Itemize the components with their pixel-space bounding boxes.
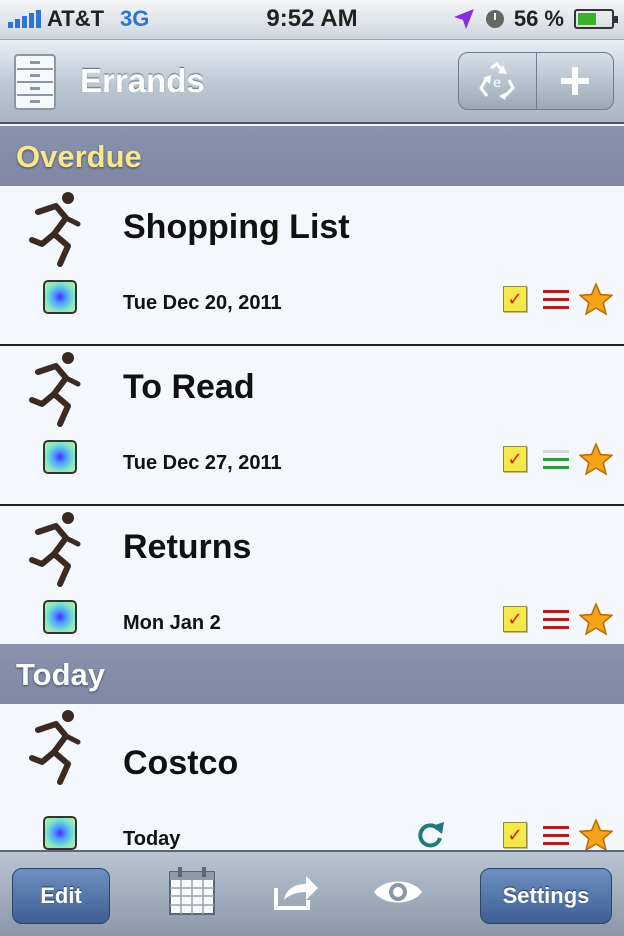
item-date: Mon Jan 2 <box>123 612 221 634</box>
item-title: Shopping List <box>123 208 350 246</box>
item-date: Tue Dec 20, 2011 <box>123 292 282 314</box>
color-swatch-icon[interactable] <box>43 440 77 474</box>
battery-icon <box>574 9 618 29</box>
plus-icon <box>560 67 589 95</box>
section-header-overdue: Overdue <box>0 126 624 186</box>
status-right: 56 % <box>452 6 618 32</box>
runner-icon <box>29 512 81 587</box>
star-icon[interactable] <box>579 282 613 316</box>
runner-icon <box>29 192 81 267</box>
share-icon[interactable] <box>272 872 320 912</box>
priority-lines-icon <box>543 610 569 632</box>
recycle-icon: e <box>479 62 516 100</box>
alarm-clock-icon <box>485 10 504 28</box>
battery-percent: 56 % <box>513 6 564 31</box>
list-item[interactable]: Returns Mon Jan 2 ✓ <box>0 506 624 666</box>
item-title: Returns <box>123 528 252 566</box>
nav-bar: Errands e <box>0 40 624 124</box>
item-date: Today <box>123 828 181 850</box>
file-cabinet-icon[interactable] <box>14 54 56 110</box>
color-swatch-icon[interactable] <box>43 280 77 314</box>
add-button[interactable] <box>535 53 614 109</box>
checkbox-checked-icon[interactable]: ✓ <box>503 446 527 472</box>
section-header-today: Today <box>0 644 624 704</box>
checkbox-checked-icon[interactable]: ✓ <box>503 286 527 312</box>
repeat-arrow-icon <box>418 822 444 848</box>
list-item[interactable]: To Read Tue Dec 27, 2011 ✓ <box>0 346 624 506</box>
location-arrow-icon <box>453 9 474 29</box>
eye-icon[interactable] <box>372 876 424 908</box>
recycle-button[interactable]: e <box>459 53 536 109</box>
item-title: Costco <box>123 744 239 782</box>
item-title: To Read <box>123 368 255 406</box>
battery-fill <box>578 13 596 25</box>
bottom-toolbar: Edit Settings <box>0 850 624 936</box>
runner-icon <box>29 710 81 785</box>
list-item[interactable]: Shopping List Tue Dec 20, 2011 ✓ <box>0 186 624 346</box>
svg-text:e: e <box>493 76 501 91</box>
star-icon[interactable] <box>579 442 613 476</box>
priority-lines-icon <box>543 826 569 848</box>
settings-button[interactable]: Settings <box>480 868 612 924</box>
item-date: Tue Dec 27, 2011 <box>123 452 282 474</box>
star-icon[interactable] <box>579 818 613 852</box>
edit-button[interactable]: Edit <box>12 868 110 924</box>
list-item[interactable]: Costco Today ✓ <box>0 704 624 864</box>
page-title: Errands <box>80 62 205 99</box>
calendar-icon[interactable] <box>168 866 216 916</box>
priority-lines-icon <box>543 290 569 312</box>
status-bar: AT&T 3G 9:52 AM 56 % <box>0 0 624 40</box>
color-swatch-icon[interactable] <box>43 816 77 850</box>
checkbox-checked-icon[interactable]: ✓ <box>503 606 527 632</box>
runner-icon <box>29 352 81 427</box>
star-icon[interactable] <box>579 602 613 636</box>
nav-button-group: e <box>458 52 614 110</box>
priority-lines-icon <box>543 450 569 472</box>
checkbox-checked-icon[interactable]: ✓ <box>503 822 527 848</box>
color-swatch-icon[interactable] <box>43 600 77 634</box>
